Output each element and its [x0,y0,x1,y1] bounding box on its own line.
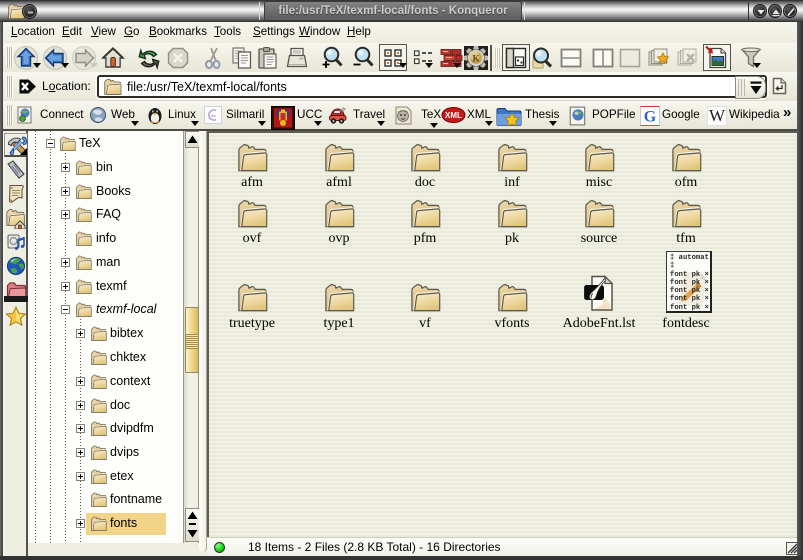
svg-text:W: W [709,106,726,125]
svg-text:G: G [644,109,657,126]
svg-text:●●: ●● [211,113,216,118]
svg-text:K: K [472,54,479,64]
svg-text:XML: XML [445,111,462,120]
